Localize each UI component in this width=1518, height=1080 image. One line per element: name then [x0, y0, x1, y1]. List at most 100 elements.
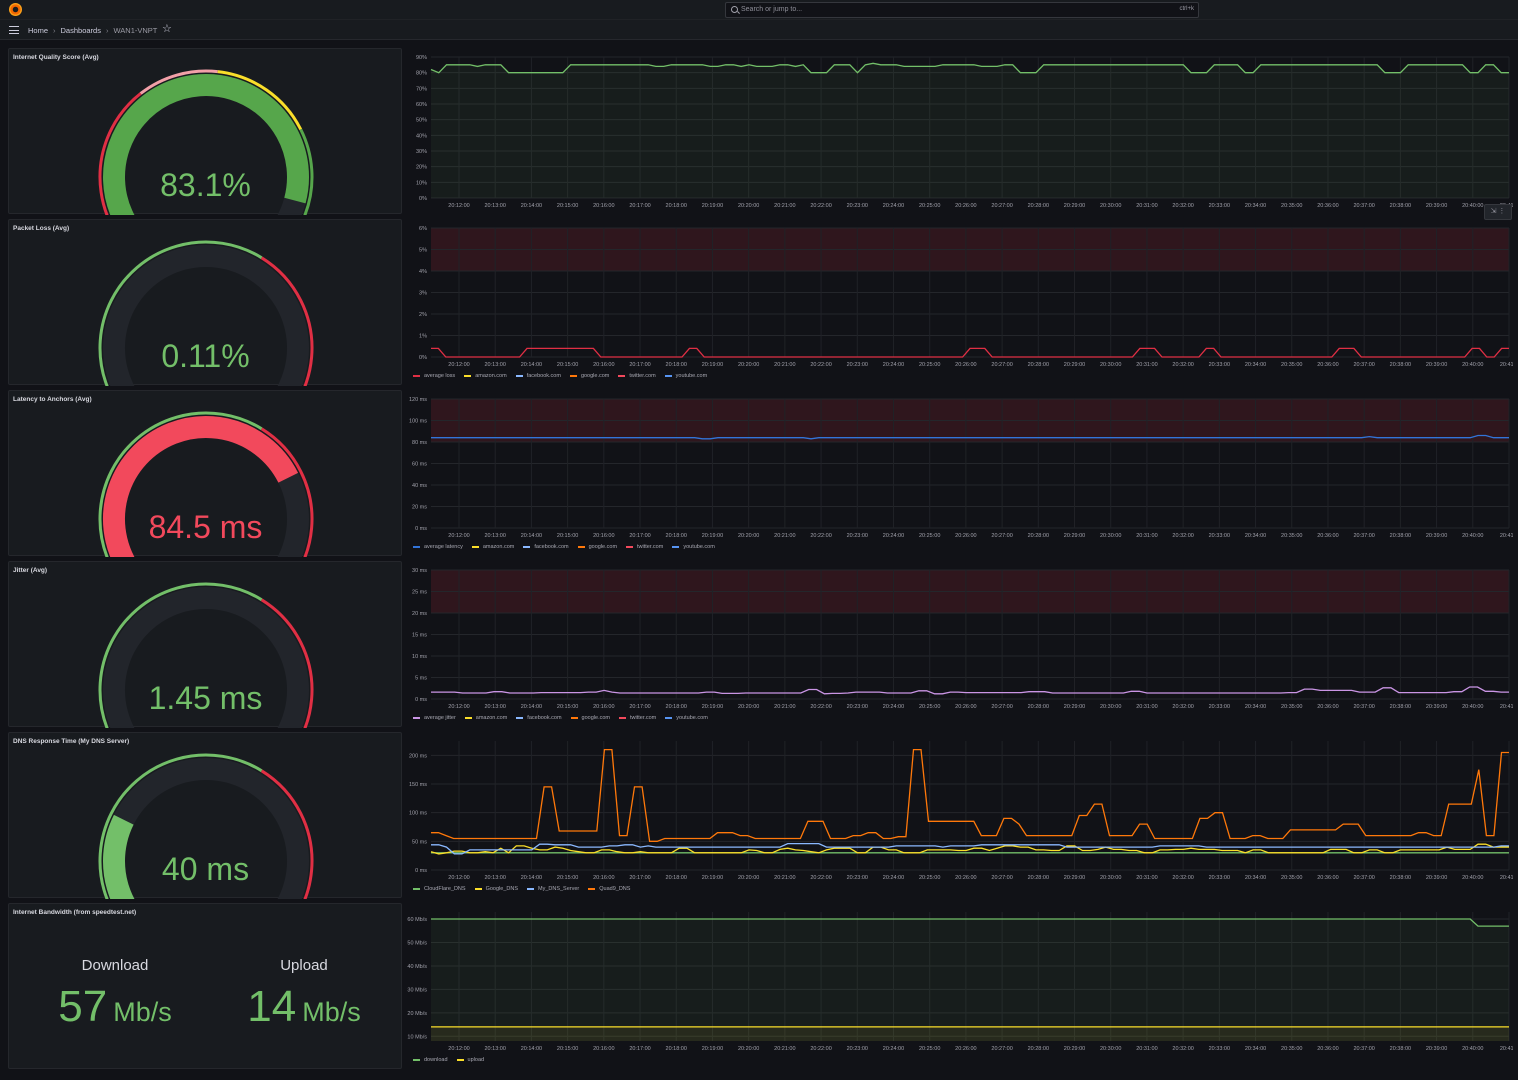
- x-tick-label: 20:21:00: [774, 203, 795, 209]
- timeseries-chart: 0 ms 20 ms 40 ms 60 ms 80 ms 100 ms 120 ms 20:1…: [409, 397, 1513, 539]
- series-line: [431, 347, 1509, 358]
- timeseries-panel-dns[interactable]: 0 ms 50 ms 100 ms 150 ms 200 ms 20:12:00 20:13…: [405, 732, 1513, 898]
- legend-swatch: [664, 375, 672, 377]
- legend-swatch: [570, 717, 578, 719]
- legend-swatch: [523, 546, 531, 548]
- timeseries-panel-latency[interactable]: 0 ms 20 ms 40 ms 60 ms 80 ms 100 ms 120 ms 20:1…: [405, 390, 1513, 556]
- chart-legend: download upload: [413, 1057, 484, 1063]
- x-tick-label: 20:26:00: [955, 704, 976, 710]
- x-tick-label: 20:28:00: [1028, 203, 1049, 209]
- legend-item[interactable]: average loss: [413, 373, 455, 379]
- legend-swatch: [665, 717, 673, 719]
- legend-label: My_DNS_Server: [538, 886, 580, 892]
- search-input[interactable]: Search or jump to... ctrl+k: [725, 2, 1199, 18]
- breadcrumb-home[interactable]: Home: [28, 26, 48, 35]
- legend-label: Google_DNS: [485, 886, 518, 892]
- legend-item[interactable]: facebook.com: [515, 373, 561, 379]
- y-tick-label: 10 ms: [412, 654, 427, 660]
- x-tick-label: 20:35:00: [1281, 203, 1302, 209]
- legend-item[interactable]: amazon.com: [464, 373, 507, 379]
- x-tick-label: 20:41:0: [1500, 1046, 1513, 1052]
- legend-item[interactable]: twitter.com: [626, 544, 663, 550]
- x-tick-label: 20:15:00: [557, 203, 578, 209]
- y-tick-label: 90%: [416, 55, 427, 61]
- x-tick-label: 20:19:00: [702, 875, 723, 881]
- timeseries-panel-quality[interactable]: 0% 10% 20% 30% 40% 50% 60% 70% 80% 90% 20:12:00 20:…: [405, 48, 1513, 216]
- legend-item[interactable]: amazon.com: [464, 715, 507, 721]
- legend-item[interactable]: facebook.com: [516, 715, 562, 721]
- legend-item[interactable]: upload: [456, 1057, 484, 1063]
- gauge-panel: Jitter (Avg) 1.45 ms: [8, 561, 402, 728]
- legend-item[interactable]: CloudFlare_DNS: [413, 886, 466, 892]
- legend-item[interactable]: average jitter: [413, 715, 456, 721]
- legend-item[interactable]: Quad9_DNS: [588, 886, 630, 892]
- x-tick-label: 20:39:00: [1426, 203, 1447, 209]
- x-tick-label: 20:30:00: [1100, 704, 1121, 710]
- legend-item[interactable]: facebook.com: [523, 544, 569, 550]
- x-tick-label: 20:14:00: [521, 203, 542, 209]
- y-tick-label: 20%: [416, 165, 427, 171]
- x-tick-label: 20:41:0: [1500, 875, 1513, 881]
- timeseries-panel-jitter[interactable]: 0 ms 5 ms 10 ms 15 ms 20 ms 25 ms 30 ms 20:12:0…: [405, 561, 1513, 727]
- x-tick-label: 20:13:00: [484, 362, 505, 368]
- y-tick-label: 4%: [419, 269, 427, 275]
- x-tick-label: 20:39:00: [1426, 1046, 1447, 1052]
- x-tick-label: 20:38:00: [1390, 362, 1411, 368]
- legend-item[interactable]: twitter.com: [618, 373, 656, 379]
- y-tick-label: 30%: [416, 149, 427, 155]
- download-unit: Mb/s: [113, 997, 172, 1027]
- x-tick-label: 20:20:00: [738, 704, 759, 710]
- x-tick-label: 20:14:00: [521, 704, 542, 710]
- x-tick-label: 20:31:00: [1136, 1046, 1157, 1052]
- legend-item[interactable]: youtube.com: [664, 373, 707, 379]
- upload-unit: Mb/s: [302, 997, 361, 1027]
- legend-item[interactable]: youtube.com: [665, 715, 708, 721]
- grafana-logo-icon[interactable]: [9, 3, 22, 16]
- x-tick-label: 20:16:00: [593, 533, 614, 539]
- x-tick-label: 20:34:00: [1245, 203, 1266, 209]
- timeseries-panel-bw[interactable]: 10 Mb/s 20 Mb/s 30 Mb/s 40 Mb/s 50 Mb/s 60 Mb…: [405, 903, 1513, 1069]
- x-tick-label: 20:23:00: [847, 1046, 868, 1052]
- y-tick-label: 60 ms: [412, 462, 427, 468]
- legend-item[interactable]: Google_DNS: [474, 886, 518, 892]
- x-tick-label: 20:34:00: [1245, 1046, 1266, 1052]
- y-tick-label: 20 Mb/s: [407, 1011, 427, 1017]
- x-tick-label: 20:17:00: [629, 203, 650, 209]
- x-tick-label: 20:38:00: [1390, 1046, 1411, 1052]
- legend-label: twitter.com: [629, 373, 656, 379]
- x-tick-label: 20:29:00: [1064, 1046, 1085, 1052]
- x-tick-label: 20:27:00: [991, 704, 1012, 710]
- y-tick-label: 0%: [419, 196, 427, 202]
- x-tick-label: 20:23:00: [847, 875, 868, 881]
- legend-item[interactable]: google.com: [577, 544, 617, 550]
- legend-item[interactable]: My_DNS_Server: [527, 886, 579, 892]
- x-tick-label: 20:34:00: [1245, 533, 1266, 539]
- x-tick-label: 20:30:00: [1100, 533, 1121, 539]
- breadcrumb-bar: Home › Dashboards › WAN1-VNPT ☆: [0, 20, 1518, 40]
- legend-item[interactable]: google.com: [569, 373, 609, 379]
- favorite-star-icon[interactable]: ☆: [162, 23, 172, 35]
- x-tick-label: 20:35:00: [1281, 362, 1302, 368]
- search-placeholder: Search or jump to...: [741, 6, 803, 13]
- legend-swatch: [471, 546, 479, 548]
- panel-title: Internet Bandwidth (from speedtest.net): [13, 909, 137, 916]
- x-tick-label: 20:25:00: [919, 203, 940, 209]
- x-tick-label: 20:27:00: [991, 533, 1012, 539]
- timeseries-panel-loss[interactable]: 0% 1% 2% 3% 4% 5% 6% 20:12:00 20:13:00 20:14:00 20…: [405, 219, 1513, 385]
- menu-icon[interactable]: [9, 26, 19, 34]
- zoom-control-button[interactable]: ⇲ ⋮: [1484, 204, 1512, 220]
- legend-item[interactable]: google.com: [570, 715, 610, 721]
- legend-item[interactable]: download: [413, 1057, 448, 1063]
- y-tick-label: 40 ms: [412, 483, 427, 489]
- legend-item[interactable]: amazon.com: [471, 544, 514, 550]
- legend-item[interactable]: youtube.com: [672, 544, 715, 550]
- x-tick-label: 20:33:00: [1209, 1046, 1230, 1052]
- x-tick-label: 20:40:00: [1462, 704, 1483, 710]
- legend-swatch: [569, 375, 577, 377]
- legend-item[interactable]: twitter.com: [618, 715, 656, 721]
- x-tick-label: 20:37:00: [1353, 1046, 1374, 1052]
- y-tick-label: 80%: [416, 71, 427, 77]
- breadcrumb-dashboards[interactable]: Dashboards: [61, 26, 101, 35]
- legend-item[interactable]: average latency: [413, 544, 463, 550]
- x-tick-label: 20:27:00: [991, 203, 1012, 209]
